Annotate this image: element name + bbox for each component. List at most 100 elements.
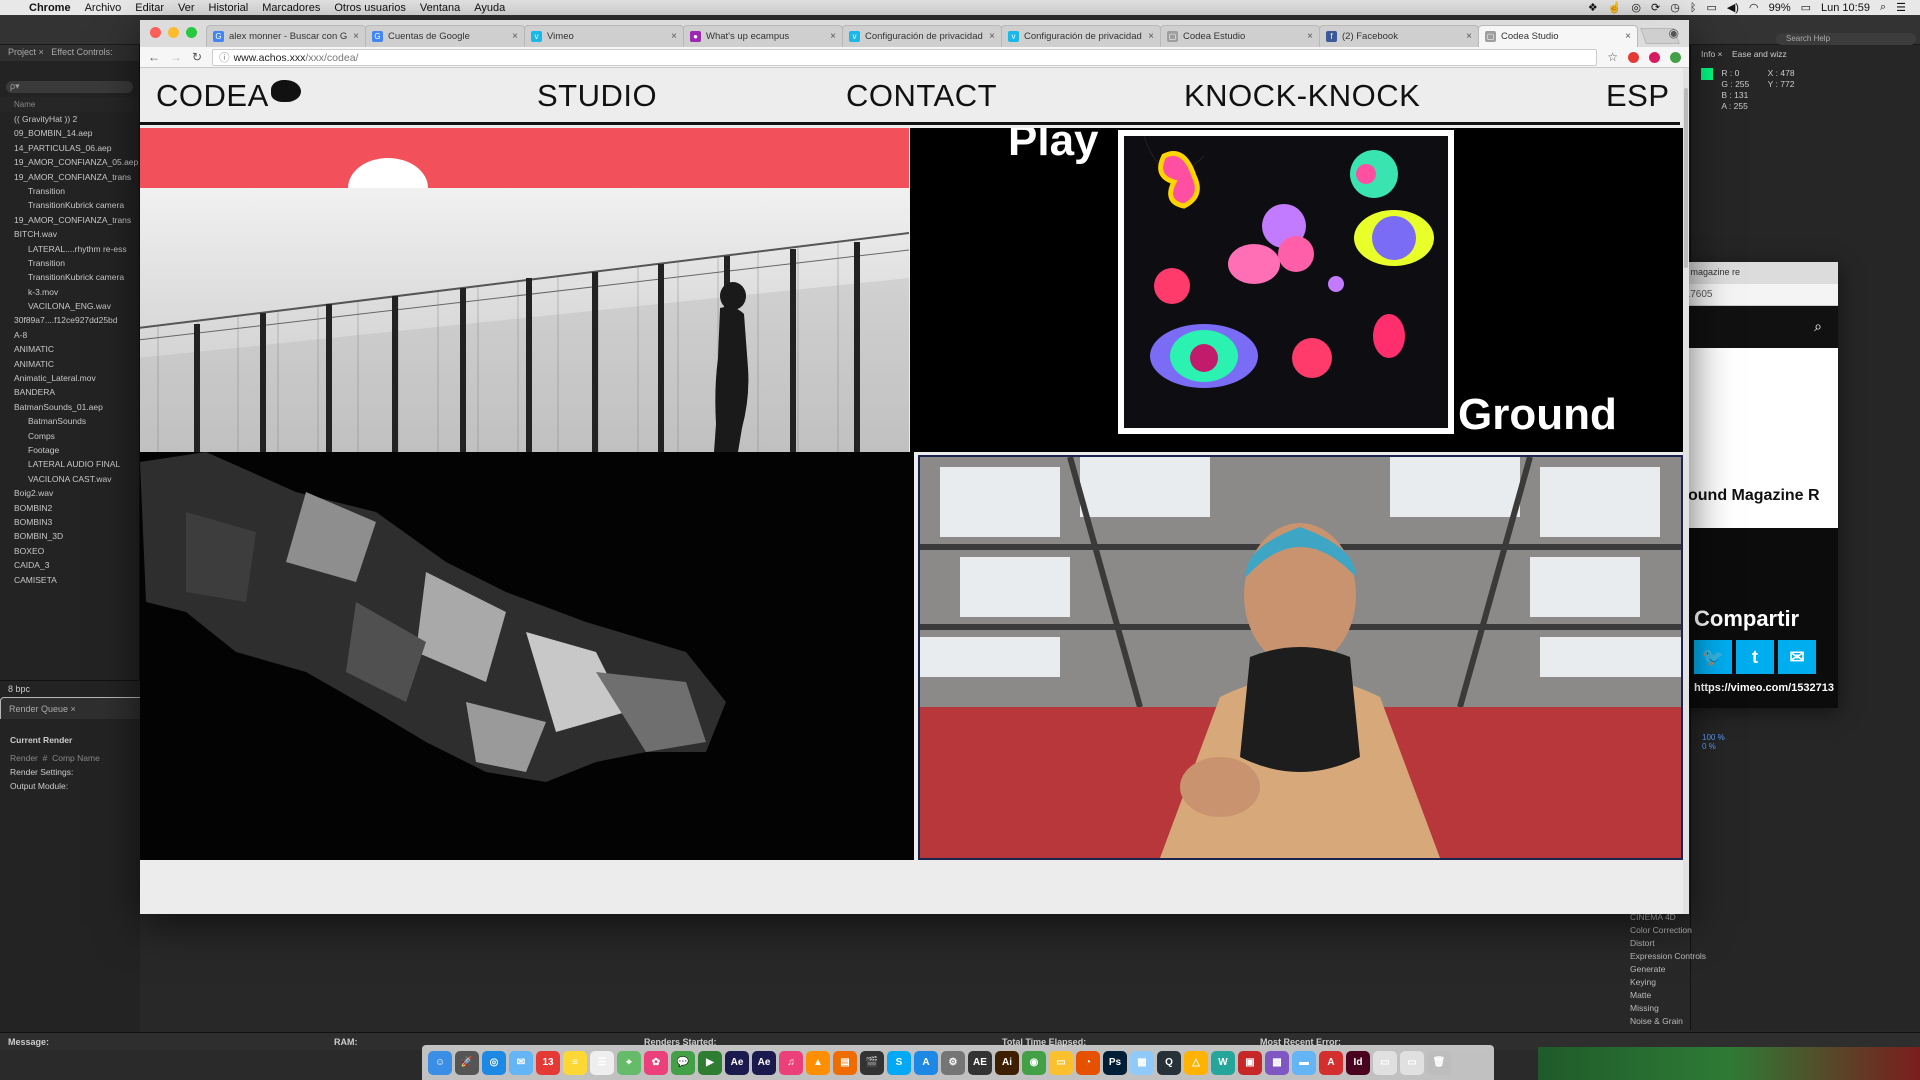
close-tab-icon[interactable]: × — [1625, 31, 1631, 42]
itunes-icon[interactable]: ♫ — [779, 1050, 803, 1075]
ae-project-item[interactable]: A-8 — [0, 328, 139, 342]
info-tab[interactable]: Info × — [1701, 49, 1723, 59]
menu-otros-usuarios[interactable]: Otros usuarios — [334, 2, 406, 14]
scale-baseline[interactable]: 0 % — [1702, 742, 1716, 751]
scrollbar-thumb[interactable] — [1684, 88, 1688, 268]
illustrator-icon[interactable]: Ai — [995, 1050, 1019, 1075]
info-icon[interactable]: ⓘ — [219, 52, 230, 64]
after-effects-icon[interactable]: Ae — [725, 1050, 749, 1075]
trash-icon[interactable]: 🗑 — [1427, 1050, 1451, 1075]
ibooks-icon[interactable]: ▤ — [833, 1050, 857, 1075]
search-help-field[interactable]: Search Help — [1776, 33, 1916, 45]
project-tile-fence[interactable] — [140, 128, 909, 452]
system-prefs-icon[interactable]: ⚙ — [941, 1050, 965, 1075]
pinterest-extension-icon[interactable] — [1649, 51, 1660, 63]
ae-render-settings[interactable]: Render Settings: — [0, 765, 140, 779]
mail-icon[interactable]: ✉ — [509, 1050, 533, 1075]
close-tab-icon[interactable]: × — [1148, 31, 1154, 42]
ae-project-item[interactable]: BANDERA — [0, 385, 139, 399]
menu-ayuda[interactable]: Ayuda — [474, 2, 505, 14]
folder-icon[interactable]: ▬ — [1292, 1050, 1316, 1075]
bookmark-star-icon[interactable]: ☆ — [1607, 50, 1618, 64]
ae-project-item[interactable]: (( GravityHat )) 2 — [0, 112, 139, 126]
zoom-window-button[interactable] — [186, 27, 197, 38]
close-tab-icon[interactable]: × — [512, 31, 518, 42]
downloads-icon[interactable]: ▭ — [1373, 1050, 1397, 1075]
maps-icon[interactable]: ⌖ — [617, 1050, 641, 1075]
bluetooth-icon[interactable]: ᛒ — [1690, 2, 1697, 14]
effect-category[interactable]: Keying — [1620, 975, 1920, 988]
ae-project-item[interactable]: BatmanSounds_01.aep — [0, 400, 139, 414]
project-tile-paper-sculpture[interactable] — [140, 452, 914, 860]
claquette-icon[interactable]: 🎬 — [860, 1050, 884, 1075]
project-tile-portrait[interactable] — [918, 455, 1683, 860]
nav-knock-knock[interactable]: KNOCK-KNOCK — [1184, 78, 1420, 114]
page-scrollbar[interactable] — [1683, 68, 1689, 914]
minimize-window-button[interactable] — [168, 27, 179, 38]
ae-bpc[interactable]: 8 bpc — [0, 681, 140, 697]
ae-render-queue-tab[interactable]: Render Queue × — [0, 697, 160, 719]
ae-project-item[interactable]: LATERAL AUDIO FINAL — [0, 457, 139, 471]
close-tab-icon[interactable]: × — [1466, 31, 1472, 42]
effect-category[interactable]: Color Correction — [1620, 923, 1920, 936]
browser-tab[interactable]: v Configuración de privacidad × — [1001, 25, 1161, 47]
wifi-icon[interactable]: ◠ — [1749, 1, 1759, 14]
tumblr-icon[interactable]: t — [1736, 640, 1774, 674]
messages-icon[interactable]: 💬 — [671, 1050, 695, 1075]
search-icon[interactable]: ⌕ — [1814, 318, 1822, 335]
quicktime-icon[interactable]: Q — [1157, 1050, 1181, 1075]
render-col-number[interactable]: # — [43, 753, 48, 763]
documents-icon[interactable]: ▭ — [1400, 1050, 1424, 1075]
render-col-render[interactable]: Render — [10, 753, 38, 763]
ae-project-item[interactable]: Boig2.wav — [0, 486, 139, 500]
ae-project-item[interactable]: BOXEO — [0, 544, 139, 558]
ease-tab[interactable]: Ease and wizz — [1732, 49, 1787, 59]
nav-contact[interactable]: CONTACT — [846, 78, 997, 114]
ae-project-item[interactable]: BOMBIN_3D — [0, 529, 139, 543]
ae-project-item[interactable]: CAIDA_3 — [0, 558, 139, 572]
browser-tab[interactable]: Galex monner - Buscar con G × — [206, 25, 366, 47]
ae-project-item[interactable]: 14_PARTICULAS_06.aep — [0, 141, 139, 155]
launchpad-icon[interactable]: 🚀 — [455, 1050, 479, 1075]
menu-ventana[interactable]: Ventana — [420, 2, 460, 14]
close-tab-icon[interactable]: × — [353, 31, 359, 42]
browser-tab[interactable]: ● What's up ecampus × — [683, 25, 843, 47]
drive-icon[interactable]: △ — [1184, 1050, 1208, 1075]
sync-icon[interactable]: ⟳ — [1651, 1, 1660, 14]
browser-tab[interactable]: ▢ Codea Estudio × — [1160, 25, 1320, 47]
ae-project-item[interactable]: 30f89a7....f12ce927dd25bd — [0, 313, 139, 327]
wunderlist-icon[interactable]: W — [1211, 1050, 1235, 1075]
ae-project-item[interactable]: Footage — [0, 443, 139, 457]
menu-historial[interactable]: Historial — [209, 2, 249, 14]
app-store-icon[interactable]: A — [914, 1050, 938, 1075]
url-field[interactable]: ⓘ www.achos.xxx/xxx/codea/ — [212, 48, 1598, 66]
nav-language[interactable]: ESP — [1606, 78, 1670, 114]
ae-project-item[interactable]: BOMBIN2 — [0, 501, 139, 515]
indesign-icon[interactable]: Id — [1346, 1050, 1370, 1075]
dropbox-icon[interactable]: ❖ — [1588, 1, 1598, 14]
menu-archivo[interactable]: Archivo — [85, 2, 122, 14]
menu-app-name[interactable]: Chrome — [29, 2, 71, 14]
notes-icon[interactable]: ≡ — [563, 1050, 587, 1075]
ae-project-search[interactable]: ρ▾ — [6, 81, 133, 93]
close-tab-icon[interactable]: × — [671, 31, 677, 42]
profile-icon[interactable]: ◉ — [1669, 26, 1679, 40]
forward-icon[interactable]: → — [170, 50, 182, 64]
skype-icon[interactable]: S — [887, 1050, 911, 1075]
effect-category[interactable]: Matte — [1620, 988, 1920, 1001]
volume-icon[interactable]: ◀) — [1727, 1, 1739, 14]
close-tab-icon[interactable]: × — [830, 31, 836, 42]
ae-project-item[interactable]: TransitionKubrick camera — [0, 198, 139, 212]
timemachine-icon[interactable]: ◷ — [1670, 1, 1680, 14]
ae-project-item[interactable]: ANIMATIC — [0, 357, 139, 371]
email-icon[interactable]: ✉ — [1778, 640, 1816, 674]
clock[interactable]: Lun 10:59 — [1821, 2, 1870, 14]
nav-studio[interactable]: STUDIO — [537, 78, 657, 114]
ae-project-item[interactable]: ANIMATIC — [0, 342, 139, 356]
after-effects-alt-icon[interactable]: Ae — [752, 1050, 776, 1075]
screen-icon[interactable]: ▭ — [1706, 1, 1716, 14]
hand-icon[interactable]: ☝ — [1608, 1, 1622, 14]
ae-project-item[interactable]: BOMBIN3 — [0, 515, 139, 529]
browser-tab[interactable]: f (2) Facebook × — [1319, 25, 1479, 47]
vlc-icon[interactable]: ▲ — [806, 1050, 830, 1075]
